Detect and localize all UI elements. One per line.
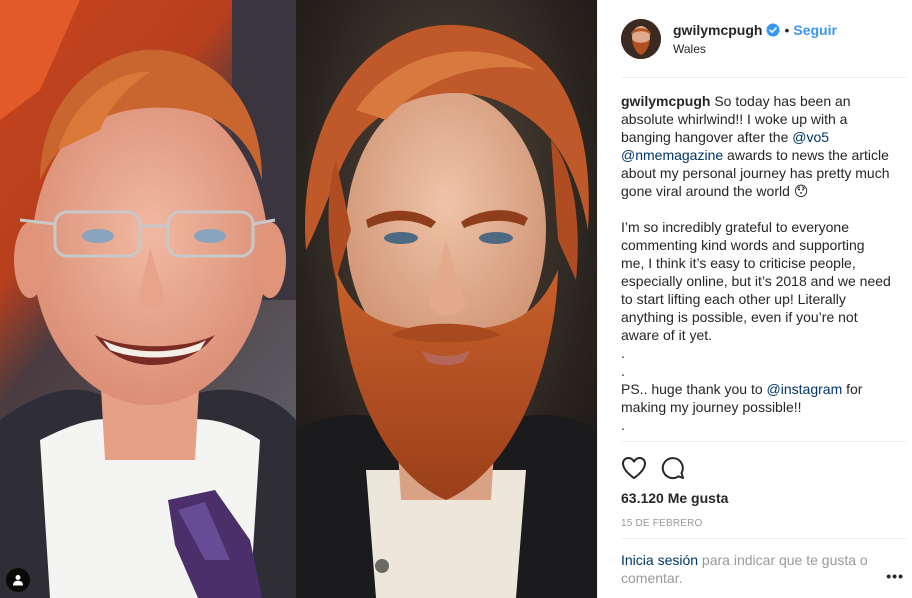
post-actions <box>621 442 912 490</box>
caption-paragraph: I’m so incredibly grateful to everyone c… <box>621 219 891 343</box>
more-options-button[interactable]: ••• <box>886 568 904 584</box>
mention-link[interactable]: @instagram <box>767 381 843 397</box>
header-username[interactable]: gwilymcpugh <box>673 22 762 38</box>
login-link[interactable]: Inicia sesión <box>621 552 698 568</box>
login-prompt: Inicia sesión para indicar que te gusta … <box>621 538 906 587</box>
verified-badge-icon <box>766 23 780 37</box>
caption-section: gwilymcpugh So today has been an absolut… <box>621 78 906 442</box>
mention-link[interactable]: @vo5 <box>792 129 829 145</box>
caption-dot: . <box>621 417 625 433</box>
separator-dot: • <box>784 21 790 38</box>
post-header: gwilymcpugh • Seguir Wales <box>621 0 906 78</box>
user-tag-icon[interactable] <box>6 568 30 592</box>
caption-text: PS.. huge thank you to <box>621 381 767 397</box>
post-side-panel: gwilymcpugh • Seguir Wales gwilymcpugh S… <box>597 0 912 598</box>
location-link[interactable]: Wales <box>673 42 837 56</box>
post-date: 15 DE FEBRERO <box>621 518 703 529</box>
mention-link[interactable]: @nmemagazine <box>621 147 723 163</box>
caption-dot: . <box>621 345 625 361</box>
caption: gwilymcpugh So today has been an absolut… <box>621 92 891 434</box>
before-photo <box>0 0 296 598</box>
caption-dot: . <box>621 363 625 379</box>
likes-count[interactable]: 63.120 Me gusta <box>621 490 912 506</box>
comment-bubble-icon[interactable] <box>661 453 691 483</box>
caption-username[interactable]: gwilymcpugh <box>621 93 710 109</box>
before-portrait-illustration <box>0 0 296 598</box>
heart-icon[interactable] <box>621 453 651 483</box>
instagram-post: gwilymcpugh • Seguir Wales gwilymcpugh S… <box>0 0 912 598</box>
post-photo[interactable] <box>0 0 597 598</box>
after-photo <box>296 0 597 598</box>
avatar[interactable] <box>621 18 661 59</box>
after-portrait-illustration <box>296 0 597 598</box>
follow-button[interactable]: Seguir <box>793 22 837 38</box>
